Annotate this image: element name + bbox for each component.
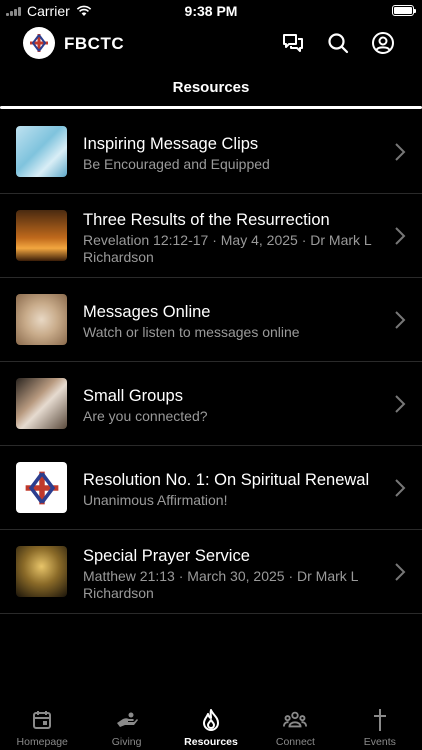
people-icon [283, 708, 308, 732]
item-subtitle: Are you connected? [83, 408, 208, 424]
list-item[interactable]: Special Prayer Service Matthew 21:13 · M… [0, 530, 422, 614]
nav-label: Connect [275, 736, 315, 748]
chevron-right-icon [395, 395, 406, 413]
small-groups-thumbnail [16, 378, 67, 429]
status-time: 9:38 PM [184, 3, 238, 19]
item-subtitle: Matthew 21:13 · March 30, 2025 · Dr Mark… [83, 568, 358, 601]
nav-resources[interactable]: Resources [169, 702, 253, 750]
sky-thumbnail [16, 126, 67, 177]
church-logo-thumbnail [16, 462, 67, 513]
list-item[interactable]: Three Results of the Resurrection Revela… [0, 194, 422, 278]
chevron-right-icon [395, 227, 406, 245]
battery-icon [392, 5, 416, 16]
item-title: Three Results of the Resurrection [83, 211, 330, 229]
item-title: Special Prayer Service [83, 547, 250, 565]
giving-hand-icon [115, 708, 139, 732]
nav-homepage[interactable]: Homepage [0, 702, 84, 750]
item-subtitle: Unanimous Affirmation! [83, 492, 228, 508]
item-title: Resolution No. 1: On Spiritual Renewal [83, 471, 370, 489]
chevron-right-icon [395, 479, 406, 497]
cross-icon [368, 708, 392, 732]
app-header: FBCTC [0, 24, 422, 64]
prayer-service-thumbnail [16, 546, 67, 597]
chevron-right-icon [395, 311, 406, 329]
status-bar: Carrier 9:38 PM [0, 0, 422, 22]
nav-connect[interactable]: Connect [253, 702, 337, 750]
item-subtitle: Watch or listen to messages online [83, 324, 300, 340]
item-title: Small Groups [83, 387, 183, 405]
search-icon [328, 33, 349, 54]
list-item[interactable]: Resolution No. 1: On Spiritual Renewal U… [0, 446, 422, 530]
church-logo[interactable] [23, 27, 55, 59]
search-button[interactable] [325, 30, 351, 56]
list-item[interactable]: Small Groups Are you connected? [0, 362, 422, 446]
flame-icon [199, 708, 223, 732]
messages-button[interactable] [280, 30, 306, 56]
nav-label: Events [363, 736, 396, 748]
nav-giving[interactable]: Giving [84, 702, 168, 750]
tab-indicator [0, 106, 422, 109]
nav-label: Resources [184, 736, 238, 748]
org-name: FBCTC [64, 34, 125, 53]
resource-list: Inspiring Message Clips Be Encouraged an… [0, 110, 422, 614]
resurrection-thumbnail [16, 210, 67, 261]
account-icon [372, 32, 394, 54]
nav-label: Homepage [16, 736, 68, 748]
item-subtitle: Revelation 12:12-17 · May 4, 2025 · Dr M… [83, 232, 372, 265]
calendar-icon [30, 708, 54, 732]
chevron-right-icon [395, 563, 406, 581]
chat-icon [283, 34, 303, 52]
page-title: Resources [172, 79, 250, 96]
nav-events[interactable]: Events [338, 702, 422, 750]
nav-label: Giving [111, 736, 142, 748]
item-title: Inspiring Message Clips [83, 135, 259, 153]
chevron-right-icon [395, 143, 406, 161]
church-logo-icon [30, 34, 48, 52]
bottom-nav: Homepage Giving Resources Connect Events [0, 702, 422, 750]
messages-online-thumbnail [16, 294, 67, 345]
item-subtitle: Be Encouraged and Equipped [83, 156, 270, 172]
list-item[interactable]: Inspiring Message Clips Be Encouraged an… [0, 110, 422, 194]
church-logo-icon [25, 471, 58, 504]
profile-button[interactable] [370, 30, 396, 56]
list-item[interactable]: Messages Online Watch or listen to messa… [0, 278, 422, 362]
item-title: Messages Online [83, 303, 211, 321]
